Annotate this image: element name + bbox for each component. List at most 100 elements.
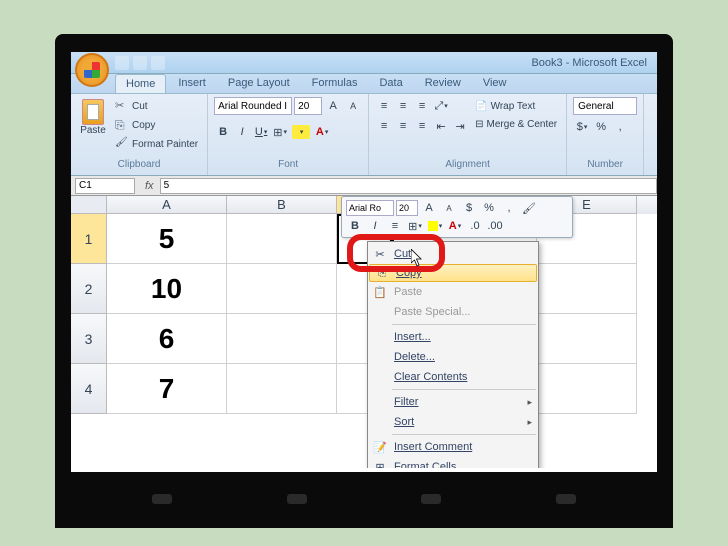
tab-insert[interactable]: Insert [168, 74, 216, 93]
brush-icon [115, 137, 129, 151]
number-group-label: Number [573, 159, 637, 173]
mini-inc-decimal[interactable]: .00 [486, 217, 504, 235]
mini-comma[interactable]: , [500, 199, 518, 217]
paste-button[interactable]: Paste [77, 97, 109, 159]
cm-insert-comment[interactable]: 📝 Insert Comment [368, 437, 538, 457]
cm-insert[interactable]: Insert... [368, 327, 538, 347]
mini-accounting[interactable]: $ [460, 199, 478, 217]
cell-a2[interactable]: 10 [107, 264, 227, 314]
ribbon-group-font: A A B I U ⊞ A Font [208, 94, 369, 175]
name-box[interactable] [75, 178, 135, 194]
orientation-button[interactable]: ⤢ [432, 97, 450, 115]
cm-format-cells[interactable]: ⊞ Format Cells... [368, 457, 538, 468]
mini-dec-decimal[interactable]: .0 [466, 217, 484, 235]
select-all-corner[interactable] [71, 196, 107, 214]
mini-toolbar: A A $ % , 🖌 B I ≡ ⊞ A .0 .00 [341, 196, 573, 238]
accounting-button[interactable]: $ [573, 118, 591, 136]
bold-button[interactable]: B [214, 123, 232, 141]
clipboard-group-label: Clipboard [77, 159, 201, 173]
mini-format-painter-icon[interactable]: 🖌 [520, 199, 538, 217]
cell-a1[interactable]: 5 [107, 214, 227, 264]
mini-bold[interactable]: B [346, 217, 364, 235]
cell-b1[interactable] [227, 214, 337, 264]
mini-grow-font[interactable]: A [420, 199, 438, 217]
tab-view[interactable]: View [473, 74, 517, 93]
tab-data[interactable]: Data [369, 74, 412, 93]
context-menu: ✂ Cut ⎘ Copy 📋 Paste Paste Special... In… [367, 241, 539, 468]
fx-label[interactable]: fx [139, 180, 160, 192]
qat-save-icon[interactable] [115, 56, 129, 70]
mini-border[interactable]: ⊞ [406, 217, 424, 235]
cell-e4[interactable] [537, 364, 637, 414]
align-middle-button[interactable]: ≡ [394, 97, 412, 115]
cell-e3[interactable] [537, 314, 637, 364]
underline-button[interactable]: U [252, 123, 270, 141]
cut-button[interactable]: Cut [112, 97, 201, 115]
row-header-2[interactable]: 2 [71, 264, 107, 314]
font-size-select[interactable] [294, 97, 322, 115]
mini-shrink-font[interactable]: A [440, 199, 458, 217]
cell-e2[interactable] [537, 264, 637, 314]
comment-icon: 📝 [372, 439, 388, 455]
align-bottom-button[interactable]: ≡ [413, 97, 431, 115]
border-button[interactable]: ⊞ [271, 123, 289, 141]
font-name-select[interactable] [214, 97, 292, 115]
cm-paste-special[interactable]: Paste Special... [368, 302, 538, 322]
copy-button[interactable]: Copy [112, 116, 201, 134]
number-format-select[interactable] [573, 97, 637, 115]
cell-a4[interactable]: 7 [107, 364, 227, 414]
mini-font-size[interactable] [396, 200, 418, 216]
cell-b2[interactable] [227, 264, 337, 314]
italic-button[interactable]: I [233, 123, 251, 141]
font-group-label: Font [214, 159, 362, 173]
cm-paste[interactable]: 📋 Paste [368, 282, 538, 302]
wrap-text-button[interactable]: 📄 Wrap Text [472, 97, 560, 115]
merge-center-button[interactable]: ⊟ Merge & Center [472, 115, 560, 133]
mini-center[interactable]: ≡ [386, 217, 404, 235]
increase-indent-button[interactable]: ⇥ [451, 117, 469, 135]
ribbon: Paste Cut Copy Format Pain [71, 94, 657, 176]
fill-color-button[interactable] [292, 125, 310, 139]
increase-font-button[interactable]: A [324, 97, 342, 115]
mini-font-color[interactable]: A [446, 217, 464, 235]
tab-page-layout[interactable]: Page Layout [218, 74, 300, 93]
scissors-icon [115, 99, 129, 113]
tab-formulas[interactable]: Formulas [302, 74, 368, 93]
format-painter-button[interactable]: Format Painter [112, 135, 201, 153]
copy-icon [115, 118, 129, 132]
cm-clear[interactable]: Clear Contents [368, 367, 538, 387]
row-header-1[interactable]: 1 [71, 214, 107, 264]
mini-font-name[interactable] [346, 200, 394, 216]
align-center-button[interactable]: ≡ [394, 117, 412, 135]
tab-home[interactable]: Home [115, 74, 166, 93]
window-title: Book3 - Microsoft Excel [531, 57, 647, 69]
decrease-indent-button[interactable]: ⇤ [432, 117, 450, 135]
cell-b3[interactable] [227, 314, 337, 364]
cm-filter[interactable]: Filter [368, 392, 538, 412]
qat-redo-icon[interactable] [151, 56, 165, 70]
align-right-button[interactable]: ≡ [413, 117, 431, 135]
cm-delete[interactable]: Delete... [368, 347, 538, 367]
align-top-button[interactable]: ≡ [375, 97, 393, 115]
office-button[interactable] [75, 53, 109, 87]
comma-button[interactable]: , [611, 118, 629, 136]
cm-copy[interactable]: ⎘ Copy [369, 264, 537, 282]
mini-percent[interactable]: % [480, 199, 498, 217]
col-header-b[interactable]: B [227, 196, 337, 214]
tab-review[interactable]: Review [415, 74, 471, 93]
mini-italic[interactable]: I [366, 217, 384, 235]
cm-cut[interactable]: ✂ Cut [368, 244, 538, 264]
row-header-4[interactable]: 4 [71, 364, 107, 414]
formula-input[interactable] [160, 178, 657, 194]
qat-undo-icon[interactable] [133, 56, 147, 70]
cell-b4[interactable] [227, 364, 337, 414]
mini-fill[interactable] [426, 217, 444, 235]
percent-button[interactable]: % [592, 118, 610, 136]
font-color-button[interactable]: A [313, 123, 331, 141]
cell-a3[interactable]: 6 [107, 314, 227, 364]
decrease-font-button[interactable]: A [344, 97, 362, 115]
align-left-button[interactable]: ≡ [375, 117, 393, 135]
row-header-3[interactable]: 3 [71, 314, 107, 364]
cm-sort[interactable]: Sort [368, 412, 538, 432]
col-header-a[interactable]: A [107, 196, 227, 214]
